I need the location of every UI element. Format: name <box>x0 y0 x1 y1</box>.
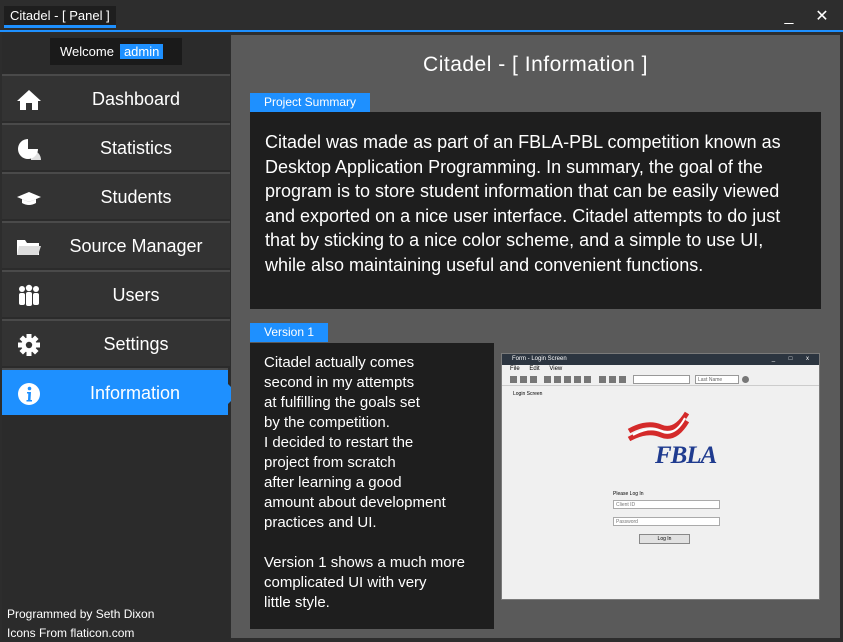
toolbar-delete-icon <box>584 376 591 383</box>
sidebar-item-label: Source Manager <box>69 236 203 256</box>
folder-icon <box>16 235 42 259</box>
toolbar-print-icon <box>619 376 626 383</box>
sidebar-item-label: Statistics <box>99 138 173 158</box>
sidebar-item-settings[interactable]: Settings <box>2 319 230 366</box>
toolbar-new-icon <box>520 376 527 383</box>
toolbar-search-icon <box>742 376 749 383</box>
toolbar-paste-icon <box>564 376 571 383</box>
sidebar-item-students[interactable]: Students <box>2 172 230 219</box>
toolbar-copy-icon <box>554 376 561 383</box>
sidebar-item-label: Dashboard <box>91 89 181 109</box>
credits-author: Programmed by Seth Dixon <box>7 607 155 621</box>
toolbar-save-icon <box>530 376 537 383</box>
welcome-badge: Welcome admin <box>50 38 182 65</box>
toolbar-home-icon <box>510 376 517 383</box>
screenshot-title-bar: Form - Login Screen _ □ x <box>502 354 819 365</box>
pie-chart-icon <box>16 137 42 161</box>
screenshot-login-prompt: Please Log In <box>613 491 644 497</box>
screenshot-password-field: Password <box>613 517 720 526</box>
sidebar-item-source-manager[interactable]: Source Manager <box>2 221 230 268</box>
window-title-tab: Citadel - [ Panel ] <box>4 6 116 28</box>
screenshot-search-box <box>633 375 690 384</box>
sidebar-item-users[interactable]: Users <box>2 270 230 317</box>
version-description: Citadel actually comes second in my atte… <box>250 343 494 629</box>
sidebar-item-dashboard[interactable]: Dashboard <box>2 74 230 121</box>
graduation-cap-icon <box>16 186 42 210</box>
minimize-button[interactable]: _ <box>777 6 801 28</box>
close-button[interactable]: ✕ <box>810 6 834 28</box>
credits-icons: Icons From flaticon.com <box>7 626 135 640</box>
username-badge: admin <box>119 44 164 59</box>
sidebar-item-information[interactable]: Information <box>2 368 238 415</box>
sidebar-item-label: Users <box>112 285 160 305</box>
screenshot-toolbar: Last Name <box>502 374 819 386</box>
main-panel: Citadel - [ Information ] Project Summar… <box>231 35 840 638</box>
credits: Programmed by Seth Dixon Icons From flat… <box>7 605 154 642</box>
title-accent-line <box>0 30 843 32</box>
toolbar-refresh-icon <box>574 376 581 383</box>
info-icon <box>16 382 42 406</box>
fbla-logo-text: FBLA <box>655 442 717 469</box>
users-icon <box>16 284 42 308</box>
version-tab: Version 1 <box>250 323 329 342</box>
screenshot-client-id-field: Client ID <box>613 500 720 509</box>
screenshot-menu-bar: File Edit View <box>510 366 563 372</box>
screenshot-filter-select: Last Name <box>695 375 739 384</box>
toolbar-export-icon <box>599 376 606 383</box>
project-summary-tab: Project Summary <box>250 93 371 112</box>
sidebar-item-statistics[interactable]: Statistics <box>2 123 230 170</box>
sidebar-item-label: Students <box>100 187 172 207</box>
project-summary-text: Citadel was made as part of an FBLA-PBL … <box>250 112 821 309</box>
screenshot-window-controls: _ □ x <box>771 356 815 362</box>
home-icon <box>16 88 42 112</box>
welcome-label: Welcome <box>60 44 114 59</box>
gear-icon <box>16 333 42 357</box>
screenshot-window-title: Form - Login Screen <box>512 356 567 362</box>
sidebar-item-label: Information <box>89 383 181 403</box>
screenshot-section-label: Login Screen <box>513 391 543 397</box>
toolbar-settings-icon <box>609 376 616 383</box>
page-title: Citadel - [ Information ] <box>423 53 648 76</box>
screenshot-login-button: Log In <box>639 534 690 544</box>
sidebar: Welcome admin Dashboard Statistics Studen… <box>2 33 238 642</box>
toolbar-cut-icon <box>544 376 551 383</box>
version-1-screenshot: Form - Login Screen _ □ x File Edit View… <box>501 353 820 600</box>
sidebar-item-label: Settings <box>103 334 169 354</box>
title-bar: Citadel - [ Panel ] _ ✕ <box>0 0 843 32</box>
